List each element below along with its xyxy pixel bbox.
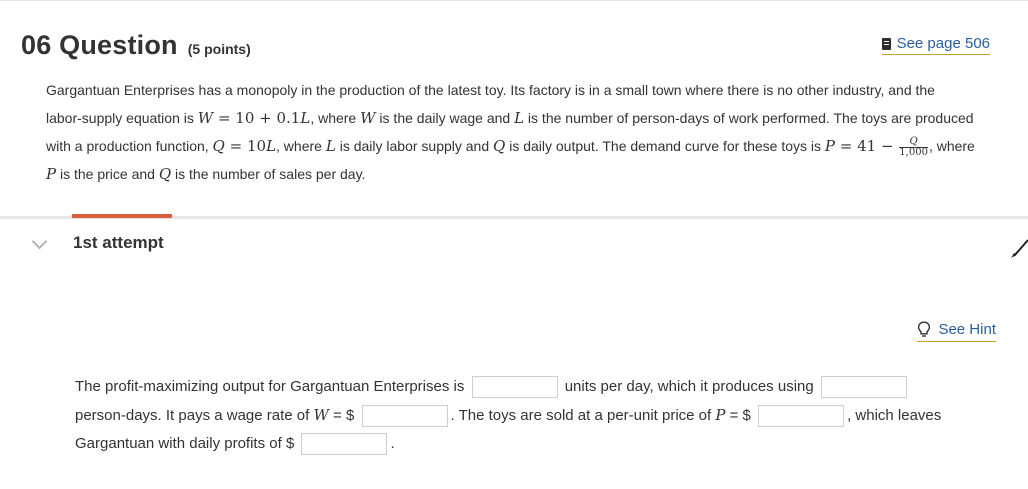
demand-fraction: Q 1,000 — [899, 135, 928, 158]
labor-input[interactable] — [820, 376, 907, 399]
attempt-label: 1st attempt — [73, 233, 164, 252]
question-line-2: labor-supply equation is W = 10 + 0.1L, … — [46, 109, 974, 127]
see-page-label: See page 506 — [896, 35, 990, 52]
question-line-3: with a production function, Q = 10L, whe… — [46, 135, 975, 158]
question-title: 06 Question — [21, 30, 178, 60]
answer-block: The profit-maximizing output for Gargant… — [75, 373, 1005, 458]
answer-line-1: The profit-maximizing output for Gargant… — [75, 373, 1005, 401]
see-page-link[interactable]: See page 506 — [881, 35, 990, 55]
see-hint-label: See Hint — [938, 321, 996, 338]
see-hint-link[interactable]: See Hint — [917, 321, 996, 342]
output-input[interactable] — [471, 376, 558, 399]
price-input[interactable] — [758, 405, 845, 428]
question-points: (5 points) — [187, 41, 251, 57]
answer-line-3: Gargantuan with daily profits of $ . — [75, 430, 1005, 458]
question-line-4: P is the price and Q is the number of sa… — [46, 165, 366, 183]
question-header: 06 Question (5 points) — [21, 30, 251, 61]
profit-input[interactable] — [301, 433, 388, 456]
answer-line-2: person-days. It pays a wage rate of W = … — [75, 401, 1005, 430]
wage-input[interactable] — [361, 405, 448, 428]
chevron-down-icon[interactable] — [31, 233, 48, 250]
question-line-1: Gargantuan Enterprises has a monopoly in… — [46, 82, 935, 98]
top-divider — [0, 0, 1028, 1]
book-icon — [881, 37, 891, 50]
edit-pencil-icon[interactable] — [1008, 236, 1028, 258]
question-body: Gargantuan Enterprises has a monopoly in… — [46, 76, 1016, 188]
attempt-tab-indicator — [72, 214, 172, 218]
lightbulb-icon — [918, 321, 931, 337]
